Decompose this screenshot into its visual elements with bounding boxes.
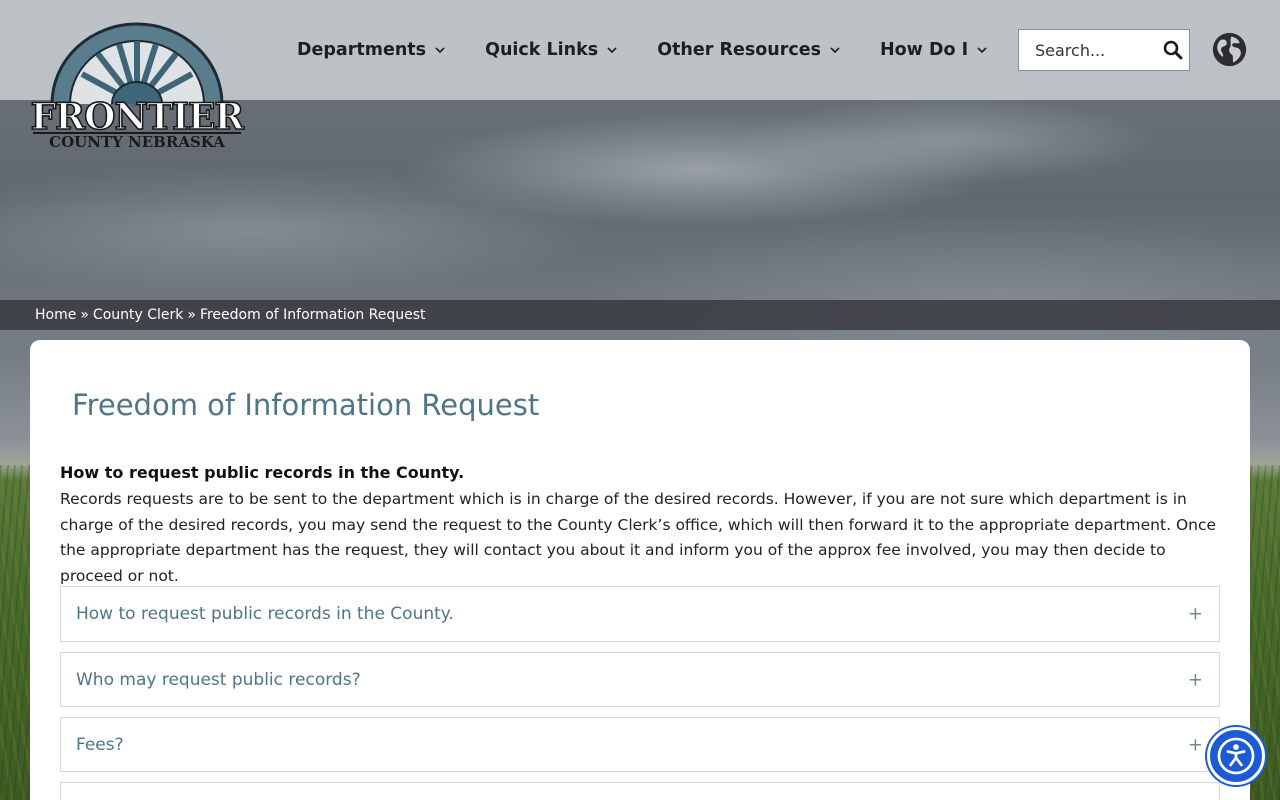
nav-label: Departments — [297, 40, 427, 60]
nav-quick-links[interactable]: Quick Links — [485, 36, 617, 64]
accordion-partial[interactable] — [60, 782, 1220, 800]
nav-label: Other Resources — [657, 40, 822, 60]
site-logo[interactable]: FRONTIER COUNTY NEBRASKA — [30, 12, 245, 152]
accordion-title: Fees? — [76, 734, 124, 755]
svg-text:COUNTY NEBRASKA: COUNTY NEBRASKA — [49, 133, 225, 151]
plus-icon: + — [1187, 669, 1203, 690]
accordion-how-to-request[interactable]: How to request public records in the Cou… — [60, 586, 1220, 642]
page-title: Freedom of Information Request — [72, 388, 540, 422]
breadcrumb-separator: » — [80, 307, 89, 323]
svg-text:FRONTIER: FRONTIER — [31, 96, 245, 138]
search-icon[interactable] — [1163, 40, 1183, 60]
nav-label: How Do I — [880, 40, 969, 60]
search-input[interactable] — [1035, 40, 1165, 60]
breadcrumb-county-clerk[interactable]: County Clerk — [93, 307, 183, 323]
chevron-down-icon — [435, 47, 445, 54]
breadcrumb: Home » County Clerk » Freedom of Informa… — [0, 300, 1280, 330]
globe-icon[interactable] — [1211, 31, 1248, 68]
main-nav: Departments Quick Links Other Resources … — [297, 36, 1027, 64]
accordion-who-may-request[interactable]: Who may request public records? + — [60, 652, 1220, 707]
chevron-down-icon — [607, 47, 617, 54]
accordion-title: Who may request public records? — [76, 669, 361, 690]
chevron-down-icon — [830, 47, 840, 54]
breadcrumb-home[interactable]: Home — [35, 307, 76, 323]
nav-how-do-i[interactable]: How Do I — [880, 36, 987, 64]
plus-icon: + — [1187, 734, 1203, 755]
accordion-fees[interactable]: Fees? + — [60, 717, 1220, 772]
breadcrumb-separator: » — [187, 307, 196, 323]
search-box — [1018, 29, 1190, 71]
intro-heading: How to request public records in the Cou… — [60, 463, 465, 482]
content-card: Freedom of Information Request How to re… — [30, 340, 1250, 800]
accessibility-icon[interactable] — [1207, 727, 1265, 785]
nav-other-resources[interactable]: Other Resources — [657, 36, 840, 64]
plus-icon: + — [1187, 603, 1203, 625]
nav-label: Quick Links — [485, 40, 599, 60]
chevron-down-icon — [977, 47, 987, 54]
nav-departments[interactable]: Departments — [297, 36, 445, 64]
accordion-title: How to request public records in the Cou… — [76, 604, 454, 624]
intro-body: Records requests are to be sent to the d… — [60, 490, 1217, 585]
breadcrumb-current: Freedom of Information Request — [199, 307, 426, 323]
